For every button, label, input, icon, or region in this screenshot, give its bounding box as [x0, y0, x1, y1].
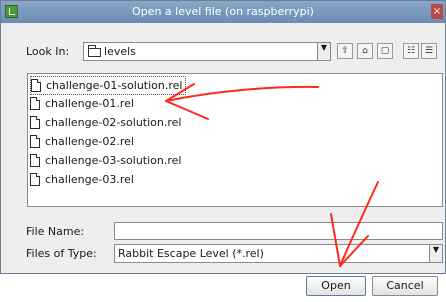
annotation-overlay [165, 83, 379, 267]
annotation-arrow-file [165, 83, 319, 120]
annotation-arrow-open [330, 181, 379, 267]
